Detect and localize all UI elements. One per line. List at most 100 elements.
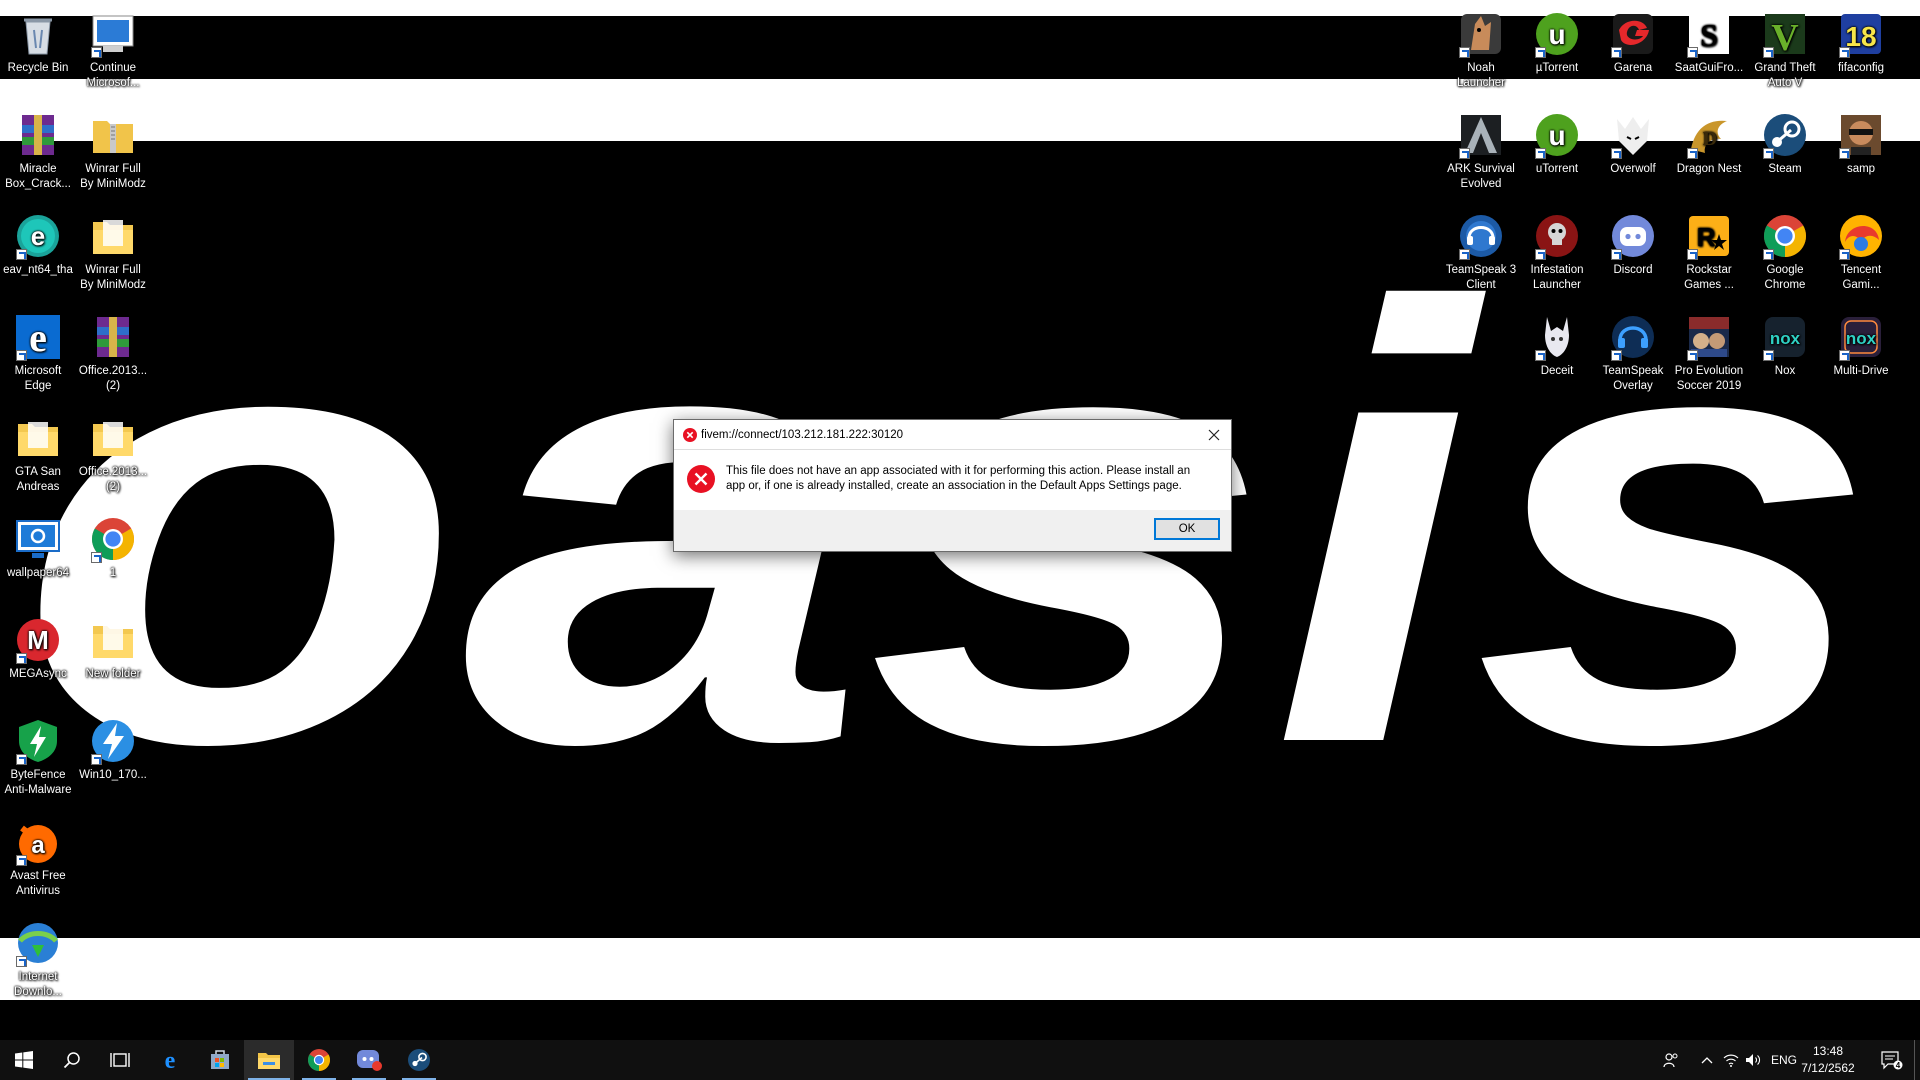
network-button[interactable] (1720, 1040, 1742, 1080)
taskbar-file-explorer[interactable] (244, 1040, 294, 1080)
shortcut-arrow-icon (1687, 249, 1698, 260)
deceit-icon (1533, 313, 1581, 361)
edge-icon: e (14, 313, 62, 361)
volume-button[interactable] (1742, 1040, 1764, 1080)
shortcut-arrow-icon (91, 47, 102, 58)
desktop-icon-avast[interactable]: a Avast Free Antivirus (0, 814, 76, 899)
desktop-icon-label: Winrar Full By MiniModz (80, 264, 146, 291)
desktop-icon-garena[interactable]: Garena (1595, 6, 1671, 76)
desktop-icon-saatgui[interactable]: S SaatGuiFro... (1671, 6, 1747, 76)
taskbar-store[interactable] (196, 1040, 244, 1080)
shortcut-arrow-icon (1687, 148, 1698, 159)
desktop-icon-utorrent[interactable]: u uTorrent (1519, 107, 1595, 177)
search-icon (63, 1052, 80, 1069)
dialog-title-bar[interactable]: fivem://connect/103.212.181.222:30120 (674, 420, 1231, 450)
desktop-icon-winrar-archive[interactable]: Office.2013... (2) (75, 309, 151, 394)
svg-text:a: a (31, 832, 45, 859)
taskbar-edge[interactable]: e (146, 1040, 194, 1080)
desktop-icon-steam[interactable]: Steam (1747, 107, 1823, 177)
idm-icon (14, 919, 62, 967)
desktop-icon-eset[interactable]: e eav_nt64_tha (0, 208, 76, 278)
desktop-icon-wallpaper-app[interactable]: wallpaper64 (0, 511, 76, 581)
desktop-icon-rockstar[interactable]: R Rockstar Games ... (1671, 208, 1747, 293)
show-hidden-icons-button[interactable] (1694, 1040, 1720, 1080)
taskbar: e ENG 13:48 7/12/2562 4 (0, 1040, 1920, 1080)
desktop-icon-teamspeak-overlay[interactable]: TeamSpeak Overlay (1595, 309, 1671, 394)
desktop-icon-dragon-nest[interactable]: D Dragon Nest (1671, 107, 1747, 177)
desktop-icon-folder[interactable]: New folder (75, 612, 151, 682)
search-button[interactable] (48, 1040, 96, 1080)
desktop-icon-daemon-tools[interactable]: Win10_170... (75, 713, 151, 783)
action-center-button[interactable]: 4 (1872, 1040, 1912, 1080)
shortcut-arrow-icon (1763, 249, 1774, 260)
desktop-icon-samp[interactable]: samp (1823, 107, 1899, 177)
desktop-icon-noah-launcher[interactable]: Noah Launcher (1443, 6, 1519, 91)
taskbar-chrome[interactable] (294, 1040, 344, 1080)
desktop-icon-gta5[interactable]: V Grand Theft Auto V (1747, 6, 1823, 91)
desktop-icon-overwolf[interactable]: Overwolf (1595, 107, 1671, 177)
show-desktop-button[interactable] (1914, 1040, 1920, 1080)
desktop-icon-ark[interactable]: ARK Survival Evolved (1443, 107, 1519, 192)
desktop-icon-discord[interactable]: Discord (1595, 208, 1671, 278)
desktop-icon-label: Multi-Drive (1833, 365, 1889, 377)
desktop-icon-bytefence[interactable]: ByteFence Anti-Malware (0, 713, 76, 798)
taskbar-discord[interactable] (344, 1040, 394, 1080)
desktop-icon-deceit[interactable]: Deceit (1519, 309, 1595, 379)
shortcut-arrow-icon (1459, 249, 1470, 260)
daemon-tools-icon (89, 717, 137, 765)
desktop-icon-label: Office.2013... (2) (78, 466, 148, 493)
ok-button[interactable]: OK (1154, 518, 1220, 540)
desktop-icon-winrar-archive[interactable]: Miracle Box_Crack... (0, 107, 76, 192)
shortcut-arrow-icon (1535, 350, 1546, 361)
shortcut-arrow-icon (91, 754, 102, 765)
desktop-icon-label: Miracle Box_Crack... (5, 163, 71, 190)
desktop-icon-label: Win10_170... (79, 769, 147, 781)
desktop-icon-tencent[interactable]: Tencent Gami... (1823, 208, 1899, 293)
desktop-icon-nox[interactable]: nox Nox (1747, 309, 1823, 379)
utorrent-icon: u (1533, 10, 1581, 58)
people-button[interactable] (1654, 1040, 1688, 1080)
desktop-icon-folder[interactable]: Office.2013... (2) (75, 410, 151, 495)
svg-text:V: V (1771, 17, 1799, 58)
garena-icon (1609, 10, 1657, 58)
desktop-icon-zip-folder[interactable]: Winrar Full By MiniModz (75, 107, 151, 192)
teamspeak-icon (1457, 212, 1505, 260)
desktop-icon-folder[interactable]: Winrar Full By MiniModz (75, 208, 151, 293)
desktop-icon-folder[interactable]: GTA San Andreas (0, 410, 76, 495)
start-button[interactable] (0, 1040, 48, 1080)
desktop-icon-pes[interactable]: Pro Evolution Soccer 2019 (1671, 309, 1747, 394)
desktop-icon-label: fifaconfig (1837, 62, 1885, 74)
desktop-icon-edge[interactable]: e Microsoft Edge (0, 309, 76, 394)
shortcut-arrow-icon (1611, 350, 1622, 361)
desktop-icon-multi-drive[interactable]: nox Multi-Drive (1823, 309, 1899, 379)
clock-time: 13:48 (1812, 1044, 1844, 1058)
task-view-button[interactable] (96, 1040, 144, 1080)
dialog-message: This file does not have an app associate… (726, 465, 1191, 492)
shortcut-arrow-icon (1839, 148, 1850, 159)
desktop-icon-chrome[interactable]: Google Chrome (1747, 208, 1823, 293)
shortcut-arrow-icon (1459, 148, 1470, 159)
shortcut-arrow-icon (1611, 249, 1622, 260)
fifaconfig-icon: 18 (1837, 10, 1885, 58)
desktop-icon-continue-microsoft[interactable]: Continue Microsof... (75, 6, 151, 91)
desktop-icon-label: wallpaper64 (6, 567, 69, 579)
clock[interactable]: 13:48 7/12/2562 (1788, 1043, 1868, 1077)
desktop-icon-idm[interactable]: Internet Downlo... (0, 915, 76, 1000)
desktop-icon-mega[interactable]: M MEGAsync (0, 612, 76, 682)
desktop-icon-infestation[interactable]: Infestation Launcher (1519, 208, 1595, 293)
utorrent-icon: u (1533, 111, 1581, 159)
svg-text:nox: nox (1770, 329, 1801, 348)
shortcut-arrow-icon (1839, 249, 1850, 260)
mega-icon: M (14, 616, 62, 664)
wallpaper-stripe-lower (0, 938, 1920, 1000)
desktop-icon-teamspeak[interactable]: TeamSpeak 3 Client (1443, 208, 1519, 293)
desktop-icon-label: Nox (1774, 365, 1796, 377)
desktop-icon-label: uTorrent (1535, 163, 1579, 175)
desktop-icon-recycle-bin[interactable]: Recycle Bin (0, 6, 76, 76)
desktop-icon-fifaconfig[interactable]: 18 fifaconfig (1823, 6, 1899, 76)
taskbar-steam[interactable] (394, 1040, 444, 1080)
shortcut-arrow-icon (1687, 47, 1698, 58)
desktop-icon-chrome[interactable]: 1 (75, 511, 151, 581)
desktop-icon-utorrent[interactable]: u µTorrent (1519, 6, 1595, 76)
dialog-close-button[interactable] (1197, 420, 1231, 449)
